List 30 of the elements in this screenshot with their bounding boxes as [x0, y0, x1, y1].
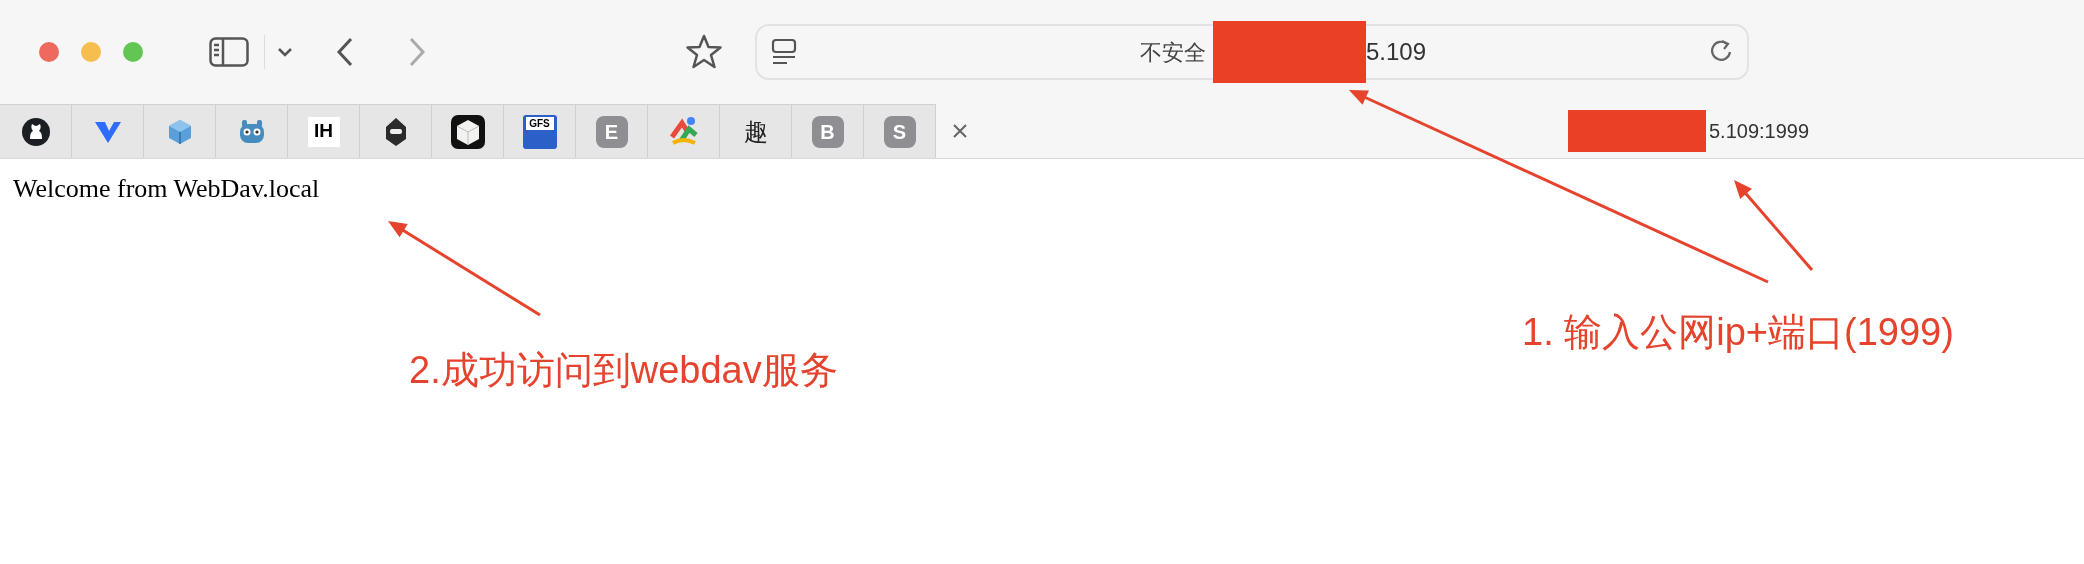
cat-silhouette-icon [20, 116, 51, 147]
sidebar-icon[interactable] [209, 37, 249, 67]
annotation-label: 2.成功访问到webdav服务 [409, 348, 838, 393]
chevron-down-icon[interactable] [277, 47, 293, 57]
address-bar[interactable]: 不安全 5.109 [755, 24, 1749, 80]
pinned-tab[interactable]: IH [288, 104, 360, 158]
star-icon[interactable] [685, 34, 723, 70]
active-tab[interactable]: 5.109:1999 [936, 104, 2084, 158]
favicon: IH [307, 116, 340, 147]
favicon: E [595, 115, 628, 148]
tab-title: 5.109:1999 [1709, 119, 1810, 144]
page-text: Welcome from WebDav.local [13, 173, 321, 205]
pinned-tab[interactable] [432, 104, 504, 158]
favicon: GFS [522, 114, 557, 149]
cube-icon [166, 117, 193, 146]
close-icon[interactable] [951, 122, 969, 140]
pinned-tab[interactable]: GFS [504, 104, 576, 158]
url-text: 5.109 [1365, 37, 1427, 67]
favicon: 趣 [743, 116, 768, 147]
page-menu-icon[interactable] [769, 37, 799, 67]
favicon: B [811, 115, 844, 148]
pinned-tab[interactable] [0, 104, 72, 158]
close-window-button[interactable] [39, 42, 59, 62]
box-icon [449, 113, 486, 150]
back-button[interactable] [335, 36, 355, 68]
pinned-tab[interactable] [360, 104, 432, 158]
favicon: S [883, 115, 916, 148]
annotation-label: 1. 输入公网ip+端口(1999) [1522, 310, 1954, 355]
security-label: 不安全 [1139, 38, 1206, 67]
pinned-tab[interactable]: 趣 [720, 104, 792, 158]
